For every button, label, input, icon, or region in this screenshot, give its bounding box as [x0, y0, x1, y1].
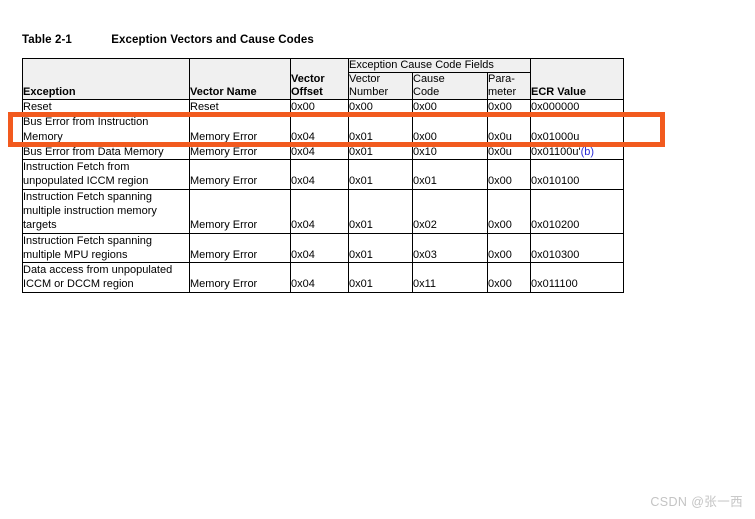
- header-label-vector-offset-line1: Vector: [291, 72, 325, 85]
- cell-parameter: 0x00: [487, 159, 531, 190]
- cell-vector-name: Memory Error: [189, 143, 291, 161]
- header-cell-cause-code: Cause Code: [412, 71, 488, 100]
- cell-parameter: 0x0u: [487, 114, 531, 145]
- cell-cause-code: 0x00: [412, 98, 488, 116]
- table-body: Reset Reset 0x00 0x00 0x00 0x00 0x000000 Bus Er…: [22, 98, 624, 293]
- cell-cause-code: 0x00: [412, 114, 488, 145]
- cell-vector-number: 0x01: [348, 114, 413, 145]
- cell-exception: Instruction Fetch spanning multiple MPU …: [22, 232, 190, 264]
- cell-vector-number: 0x00: [348, 98, 413, 116]
- ecr-value-text: 0x01100u': [531, 145, 581, 158]
- header-label-vector-name: Vector Name: [190, 85, 257, 98]
- cell-parameter: 0x00: [487, 232, 531, 264]
- cell-parameter: 0x00: [487, 262, 531, 293]
- header-label-parameter-line1: Para-: [488, 72, 515, 85]
- header-label-vector-number-line2: Number: [349, 85, 389, 98]
- header-cell-vector-offset-wrap: Vector Offset: [290, 58, 349, 100]
- header-cell-exception-wrap: Exception: [22, 58, 190, 100]
- cell-parameter: 0x00: [487, 188, 531, 234]
- cell-exception: Bus Error from Data Memory: [22, 143, 190, 161]
- cell-cause-code: 0x02: [412, 188, 488, 234]
- cell-vector-offset: 0x04: [290, 143, 349, 161]
- header-label-cause-code-fields: Exception Cause Code Fields: [349, 59, 494, 71]
- header-cell-vector-number: Vector Number: [348, 71, 413, 100]
- cell-vector-number: 0x01: [348, 143, 413, 161]
- ecr-footnote-link[interactable]: (b): [581, 146, 594, 158]
- header-label-exception: Exception: [23, 85, 76, 98]
- ecr-value-text: 0x010100: [531, 175, 580, 188]
- header-cell-parameter: Para- meter: [487, 71, 531, 100]
- cell-vector-offset: 0x04: [290, 188, 349, 234]
- cell-vector-offset: 0x04: [290, 262, 349, 293]
- cell-vector-offset: 0x04: [290, 232, 349, 264]
- ecr-value-text: 0x01000u: [531, 130, 580, 143]
- header-cell-vector-name-wrap: Vector Name: [189, 58, 291, 100]
- cell-vector-offset: 0x04: [290, 159, 349, 190]
- table-row: Bus Error from Data Memory Memory Error 0x…: [22, 143, 624, 161]
- ecr-value-text: 0x000000: [531, 100, 580, 113]
- cell-vector-name: Memory Error: [189, 159, 291, 190]
- table-caption-title: Exception Vectors and Cause Codes: [111, 34, 314, 46]
- header-label-cause-code-line2: Code: [413, 85, 440, 98]
- cell-ecr-value: 0x000000: [530, 98, 624, 116]
- header-label-cause-code-line1: Cause: [413, 72, 445, 85]
- cell-vector-offset: 0x00: [290, 98, 349, 116]
- cell-cause-code: 0x01: [412, 159, 488, 190]
- ecr-value-text: 0x010300: [531, 248, 580, 261]
- csdn-watermark: CSDN @张一西: [650, 495, 743, 509]
- cell-vector-number: 0x01: [348, 232, 413, 264]
- cell-cause-code: 0x03: [412, 232, 488, 264]
- header-group-cause-code-fields: Exception Cause Code Fields: [348, 58, 531, 73]
- cell-ecr-value: 0x01100u'(b): [530, 143, 624, 161]
- cell-ecr-value: 0x011100: [530, 262, 624, 293]
- cell-ecr-value: 0x010300: [530, 232, 624, 264]
- cell-parameter: 0x00: [487, 98, 531, 116]
- cell-vector-number: 0x01: [348, 188, 413, 234]
- header-cell-ecr-value-wrap: ECR Value: [530, 58, 624, 100]
- ecr-value-text: 0x011100: [531, 278, 578, 291]
- table-row: Reset Reset 0x00 0x00 0x00 0x00 0x000000: [22, 98, 624, 116]
- ecr-value-text: 0x010200: [531, 219, 580, 232]
- cell-ecr-value: 0x010100: [530, 159, 624, 190]
- cell-exception: Data access from unpopulated ICCM or DCC…: [22, 262, 190, 293]
- header-label-vector-offset-line2: Offset: [291, 85, 323, 98]
- table-row: Data access from unpopulated ICCM or DCC…: [22, 262, 624, 293]
- cell-parameter: 0x0u: [487, 143, 531, 161]
- table-row: Instruction Fetch spanning multiple inst…: [22, 188, 624, 234]
- cell-exception: Instruction Fetch from unpopulated ICCM …: [22, 159, 190, 190]
- cell-ecr-value: 0x01000u: [530, 114, 624, 145]
- table-caption: Table 2-1 Exception Vectors and Cause Co…: [22, 34, 314, 46]
- cell-cause-code: 0x11: [412, 262, 488, 293]
- table-header: Exception Vector Name Vector Offset Exce…: [22, 58, 624, 100]
- cell-vector-name: Memory Error: [189, 188, 291, 234]
- cell-vector-name: Reset: [189, 98, 291, 116]
- cell-ecr-value: 0x010200: [530, 188, 624, 234]
- exception-vectors-table: Exception Vector Name Vector Offset Exce…: [22, 58, 624, 293]
- header-label-parameter-line2: meter: [488, 85, 517, 98]
- cell-exception: Instruction Fetch spanning multiple inst…: [22, 188, 190, 234]
- cell-cause-code: 0x10: [412, 143, 488, 161]
- cell-exception: Bus Error from Instruction Memory: [22, 114, 190, 145]
- cell-vector-name: Memory Error: [189, 232, 291, 264]
- cell-vector-number: 0x01: [348, 262, 413, 293]
- table-row: Bus Error from Instruction Memory Memory …: [22, 114, 624, 145]
- cell-vector-number: 0x01: [348, 159, 413, 190]
- cell-exception: Reset: [22, 98, 190, 116]
- cell-vector-offset: 0x04: [290, 114, 349, 145]
- table-caption-label: Table 2-1: [22, 34, 72, 46]
- cell-vector-name: Memory Error: [189, 114, 291, 145]
- table-row: Instruction Fetch spanning multiple MPU …: [22, 232, 624, 264]
- header-label-ecr-value: ECR Value: [531, 85, 587, 98]
- header-label-vector-number-line1: Vector: [349, 72, 381, 85]
- cell-vector-name: Memory Error: [189, 262, 291, 293]
- table-row: Instruction Fetch from unpopulated ICCM …: [22, 159, 624, 190]
- table-header-row-group: Exception Vector Name Vector Offset Exce…: [22, 58, 624, 100]
